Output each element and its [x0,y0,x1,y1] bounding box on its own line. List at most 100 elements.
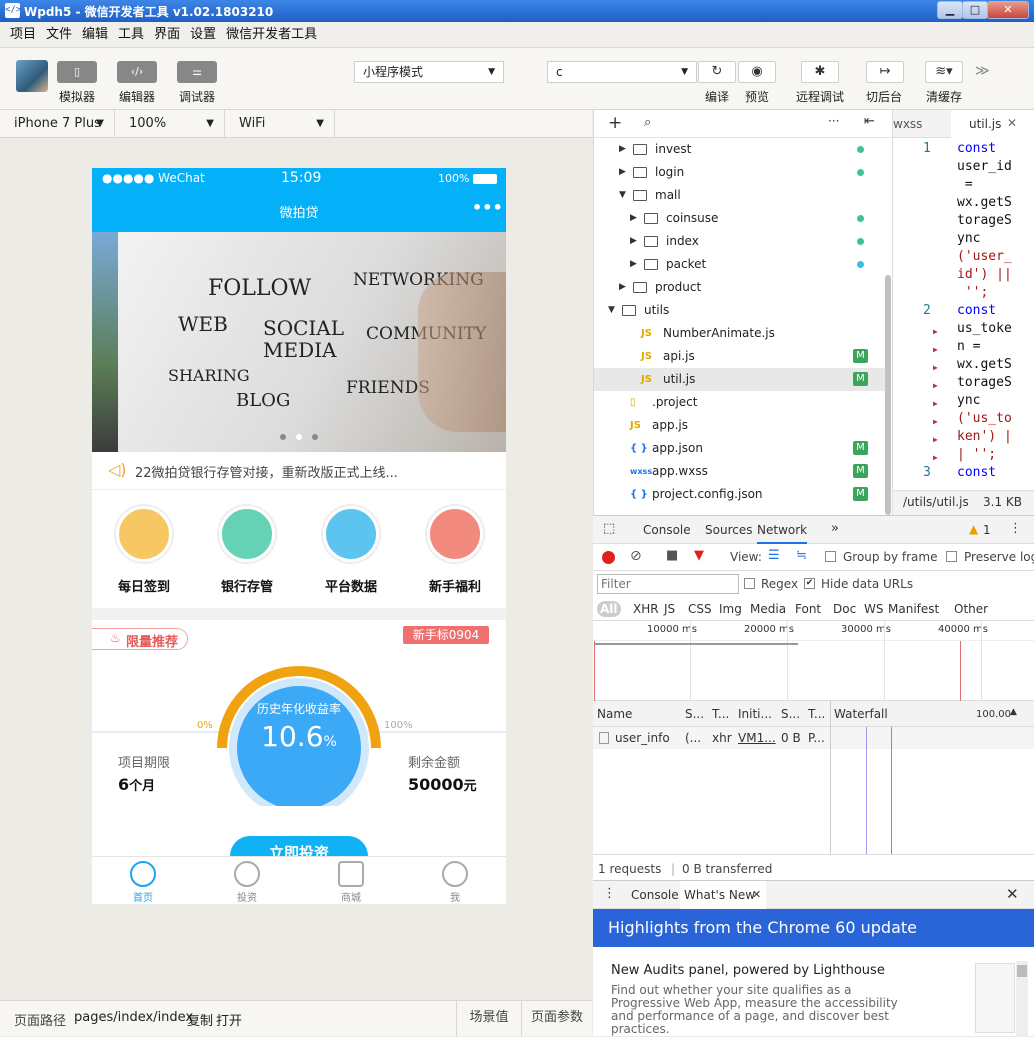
type-filter-media[interactable]: Media [747,601,789,617]
type-filter-manifest[interactable]: Manifest [885,601,942,617]
background-button[interactable]: ↦ [866,61,904,83]
tab-invest[interactable]: 投资 [212,861,282,904]
type-filter-font[interactable]: Font [792,601,824,617]
chevron-right-icon[interactable]: ▶ [630,207,637,230]
chevron-right-icon[interactable]: ▶ [619,138,626,161]
tab-network[interactable]: Network [757,516,808,544]
preview-button[interactable]: ◉ [738,61,776,83]
menu-devtools[interactable]: 微信开发者工具 [221,22,322,48]
quick-checkin[interactable]: 每日签到 [109,506,179,595]
page-params-button[interactable]: 页面参数 [521,1001,592,1037]
record-icon[interactable] [602,551,615,564]
waterfall-view-icon[interactable]: ≒ [796,548,807,563]
mode-select[interactable]: 小程序模式 ▼ [354,61,504,83]
type-filter-img[interactable]: Img [716,601,745,617]
quick-welfare[interactable]: 新手福利 [420,506,490,595]
editor-toggle[interactable]: ‹/› [117,61,157,83]
hide-data-urls-checkbox[interactable]: ✔ [804,578,815,589]
whats-new-item[interactable]: New Audits panel, powered by Lighthouse … [593,947,1034,1037]
close-button[interactable]: ✕ [987,1,1029,19]
file-tree-row[interactable]: ▶ product [594,276,886,299]
type-filter-css[interactable]: CSS [685,601,715,617]
file-tree-row[interactable]: ▶ index [594,230,886,253]
simulator-toggle[interactable]: ▯ [57,61,97,83]
file-tree-row[interactable]: ▯ .project [594,391,886,414]
minimize-button[interactable]: ▁ [937,1,963,19]
col-name[interactable]: Name [597,707,632,721]
chevron-right-icon[interactable]: ▶ [630,253,637,276]
drawer-scrollbar[interactable] [1016,961,1028,1037]
menu-settings[interactable]: 设置 [185,22,221,48]
chevron-down-icon[interactable]: ▼ [619,184,626,207]
camera-icon[interactable]: ■ [666,548,678,563]
menu-view[interactable]: 界面 [149,22,185,48]
filter-icon[interactable]: ▼ [694,548,704,563]
search-icon[interactable]: ⌕ [644,115,651,130]
scene-button[interactable]: 场景值 [456,1001,521,1037]
file-tree-row[interactable]: ▶ coinsuse [594,207,886,230]
kebab-menu-icon[interactable]: ⋮ [603,886,616,901]
chevron-right-icon[interactable]: ▶ [619,276,626,299]
type-filter-all[interactable]: All [597,601,621,617]
compile-button[interactable]: ↻ [698,61,736,83]
file-tree-scrollbar[interactable] [885,275,891,515]
list-view-icon[interactable]: ☰ [768,548,780,563]
type-filter-js[interactable]: JS [661,601,678,617]
col-waterfall[interactable]: Waterfall [834,707,888,721]
open-path-link[interactable]: 打开 [216,1010,242,1029]
editor-tab-util[interactable]: util.js ✕ [951,110,1034,138]
file-tree-row[interactable]: JS app.js [594,414,886,437]
avatar[interactable] [16,60,48,92]
add-icon[interactable]: + [608,113,622,133]
file-tree-row[interactable]: { } project.config.json M [594,483,886,506]
col-initiator[interactable]: Initi... [738,707,772,721]
filter-input[interactable] [597,574,739,594]
file-tree-row[interactable]: JS util.js M [594,368,886,391]
file-tree-row[interactable]: ▶ packet [594,253,886,276]
collapse-panel-icon[interactable]: ⇤ [864,114,875,129]
row-initiator-link[interactable]: VM1... [738,731,776,745]
inspect-icon[interactable]: ⬚ [603,521,615,536]
file-tree-row[interactable]: { } app.json M [594,437,886,460]
compile-mode-select[interactable]: c ▼ [547,61,697,83]
menu-tools[interactable]: 工具 [113,22,149,48]
code-area[interactable]: 1 const user_id = wx.getS torageS ync ('user_ i… [893,138,1034,484]
tab-home[interactable]: 首页 [108,861,178,904]
file-tree-row[interactable]: JS api.js M [594,345,886,368]
col-time[interactable]: T... [808,707,825,721]
clear-cache-button[interactable]: ≋▾ [925,61,963,83]
debugger-toggle[interactable]: ⚌ [177,61,217,83]
menu-file[interactable]: 文件 [41,22,77,48]
type-filter-ws[interactable]: WS [861,601,886,617]
type-filter-xhr[interactable]: XHR [630,601,662,617]
kebab-menu-icon[interactable]: ⋮ [1009,521,1022,536]
drawer-tab-console[interactable]: Console [631,881,679,909]
menu-project[interactable]: 项目 [5,22,41,48]
more-tabs-icon[interactable]: » [831,521,839,536]
regex-checkbox[interactable] [744,578,755,589]
more-icon[interactable]: ··· [828,114,839,128]
group-by-frame-checkbox[interactable] [825,551,836,562]
chevron-right-icon[interactable]: ▶ [630,230,637,253]
carousel-dot[interactable] [280,434,286,440]
clear-icon[interactable]: ⊘ [630,548,642,564]
type-filter-doc[interactable]: Doc [830,601,859,617]
banner-carousel[interactable]: FOLLOW NETWORKING WEB SOCIAL MEDIA COMMU… [92,232,506,452]
editor-tab-wxss[interactable]: wxss [893,117,922,131]
table-row[interactable]: user_info (... xhr VM1... 0 B P... [593,727,1034,749]
warning-icon[interactable]: ▲ [969,522,978,536]
menu-edit[interactable]: 编辑 [77,22,113,48]
file-tree-row[interactable]: JS NumberAnimate.js [594,322,886,345]
close-icon[interactable]: ✕ [1007,116,1017,130]
timeline-overview[interactable]: 10000 ms 20000 ms 30000 ms 40000 ms [593,621,1034,701]
file-tree-row[interactable]: ▼ mall [594,184,886,207]
maximize-button[interactable]: □ [962,1,988,19]
col-type[interactable]: T... [712,707,729,721]
carousel-dot[interactable] [312,434,318,440]
quick-bank[interactable]: 银行存管 [212,506,282,595]
zoom-select[interactable]: 100% ▼ [115,110,225,138]
drawer-tab-whats-new[interactable]: What's New ✕ [680,881,766,909]
close-drawer-icon[interactable]: ✕ [1006,885,1019,903]
tab-me[interactable]: 我 [420,861,490,904]
file-tree-row[interactable]: wxss app.wxss M [594,460,886,483]
